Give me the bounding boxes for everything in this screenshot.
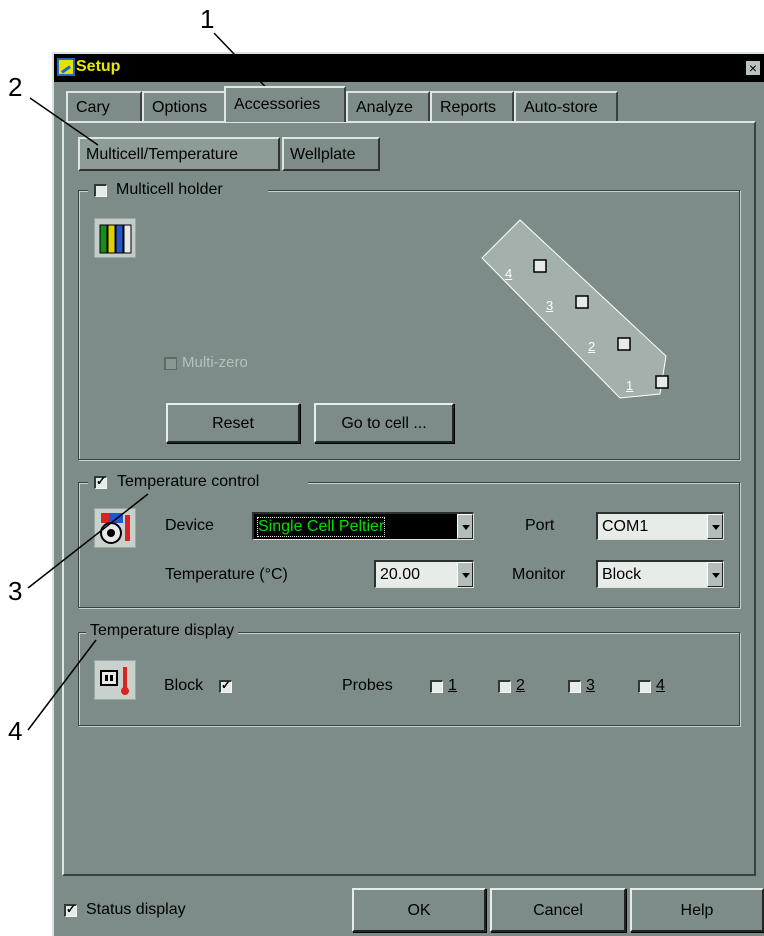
block-label: Block xyxy=(164,677,204,694)
probe-4-label: 4 xyxy=(656,677,665,694)
device-dropdown-icon[interactable] xyxy=(457,514,473,539)
cell-1-label: 1 xyxy=(626,378,634,393)
probe-2-checkbox[interactable] xyxy=(498,680,511,693)
status-display-label: Status display xyxy=(86,901,186,918)
multicell-holder-label: Multicell holder xyxy=(116,181,223,198)
go-to-cell-label: Go to cell ... xyxy=(341,415,427,432)
tab-accessories[interactable]: Accessories xyxy=(224,86,346,122)
cell-3-checkbox[interactable] xyxy=(575,295,589,309)
probe-4-checkbox[interactable] xyxy=(638,680,651,693)
device-label: Device xyxy=(165,517,214,534)
temperature-control-checkbox[interactable] xyxy=(94,474,107,489)
probe-3-checkbox[interactable] xyxy=(568,680,581,693)
multi-zero-checkbox[interactable] xyxy=(164,357,177,370)
temperature-control-group xyxy=(78,482,740,608)
probe-2-label: 2 xyxy=(516,677,525,694)
monitor-value: Block xyxy=(602,566,642,583)
title-bar xyxy=(54,54,764,82)
temperature-spinbox[interactable]: 20.00 xyxy=(374,560,474,588)
tab-auto-store[interactable]: Auto-store xyxy=(514,91,618,121)
port-dropdown-icon[interactable] xyxy=(707,514,723,539)
callout-3: 3 xyxy=(8,576,23,606)
cell-2-label: 2 xyxy=(588,339,596,354)
cell-4-checkbox[interactable] xyxy=(533,259,547,273)
close-button[interactable]: × xyxy=(745,60,761,76)
cell-position-diagram xyxy=(481,219,669,399)
ok-button-label: OK xyxy=(407,902,431,919)
monitor-dropdown-icon[interactable] xyxy=(707,562,723,587)
subtab-wellplate[interactable]: Wellplate xyxy=(282,137,380,171)
subtab-multicell-temperature[interactable]: Multicell/Temperature xyxy=(78,137,280,171)
status-display-checkbox[interactable] xyxy=(64,902,77,917)
temperature-label: Temperature (°C) xyxy=(165,566,288,583)
probe-1-label: 1 xyxy=(448,677,457,694)
window-title: Setup xyxy=(76,58,121,75)
help-button[interactable]: Help xyxy=(630,888,764,932)
reset-button-label: Reset xyxy=(212,415,254,432)
tab-analyze[interactable]: Analyze xyxy=(346,91,430,121)
multicell-holder-checkbox[interactable] xyxy=(94,184,107,197)
probe-3-label: 3 xyxy=(586,677,595,694)
cell-1-checkbox[interactable] xyxy=(655,375,669,389)
monitor-label: Monitor xyxy=(512,566,566,583)
multi-zero-label: Multi-zero xyxy=(182,354,248,371)
temperature-display-title: Temperature display xyxy=(86,622,239,644)
tab-reports[interactable]: Reports xyxy=(430,91,514,121)
callout-2: 2 xyxy=(8,72,23,102)
temperature-spin-icon[interactable] xyxy=(457,562,473,587)
peltier-icon xyxy=(94,508,136,548)
cell-3-label: 3 xyxy=(546,298,554,313)
probe-1-checkbox[interactable] xyxy=(430,680,443,693)
cell-4-label: 4 xyxy=(505,266,513,281)
device-value: Single Cell Peltier xyxy=(256,517,386,537)
port-value: COM1 xyxy=(602,518,649,535)
tab-cary[interactable]: Cary xyxy=(66,91,142,121)
thermometer-icon xyxy=(94,660,136,700)
callout-4: 4 xyxy=(8,716,23,746)
help-button-label: Help xyxy=(680,902,714,919)
callout-1: 1 xyxy=(200,4,215,34)
cell-2-checkbox[interactable] xyxy=(617,337,631,351)
temperature-value: 20.00 xyxy=(380,566,421,583)
reset-button[interactable]: Reset xyxy=(166,403,300,443)
setup-app-icon xyxy=(57,58,75,76)
block-checkbox[interactable] xyxy=(219,678,232,693)
port-label: Port xyxy=(525,517,555,534)
port-select[interactable]: COM1 xyxy=(596,512,724,540)
tab-options[interactable]: Options xyxy=(142,91,226,121)
probes-label: Probes xyxy=(342,677,393,694)
monitor-select[interactable]: Block xyxy=(596,560,724,588)
cancel-button-label: Cancel xyxy=(533,902,583,919)
device-select[interactable]: Single Cell Peltier xyxy=(252,512,474,540)
go-to-cell-button[interactable]: Go to cell ... xyxy=(314,403,454,443)
temperature-control-label: Temperature control xyxy=(117,473,260,490)
ok-button[interactable]: OK xyxy=(352,888,486,932)
cancel-button[interactable]: Cancel xyxy=(490,888,626,932)
cuvette-holder-icon xyxy=(94,218,136,258)
